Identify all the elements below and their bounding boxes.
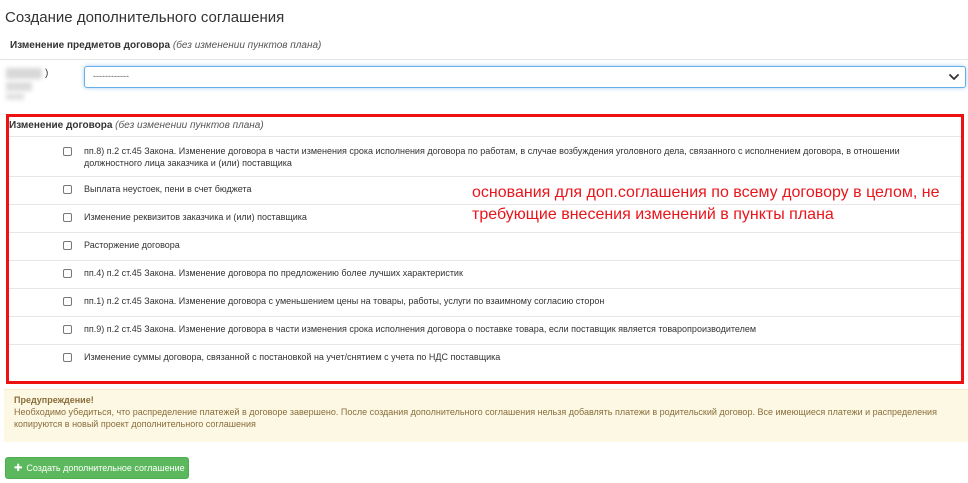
list-item: пп.4) п.2 ст.45 Закона. Изменение догово… [9, 260, 961, 288]
reason-label: пп.1) п.2 ст.45 Закона. Изменение догово… [84, 296, 605, 306]
section-divider [0, 59, 968, 60]
list-item: Расторжение договора [9, 232, 961, 260]
reason-label: пп.9) п.2 ст.45 Закона. Изменение догово… [84, 324, 757, 334]
reason-checkbox[interactable] [63, 147, 72, 156]
contract-section-title: Изменение договора [9, 120, 113, 131]
create-agreement-label: Создать дополнительное соглашение [26, 463, 185, 473]
reason-checkbox[interactable] [63, 325, 72, 334]
list-item: Изменение суммы договора, связанной с по… [9, 344, 961, 372]
warning-alert: Предупреждение! Необходимо убедиться, чт… [4, 389, 968, 442]
plus-icon: ✚ [14, 462, 23, 474]
list-item: пп.1) п.2 ст.45 Закона. Изменение догово… [9, 288, 961, 316]
field-label-suffix: ) [45, 68, 49, 79]
contract-section-note: (без изменении пунктов плана) [115, 120, 264, 131]
list-item: пп.8) п.2 ст.45 Закона. Изменение догово… [9, 136, 961, 176]
create-agreement-button[interactable]: ✚ Создать дополнительное соглашение [5, 457, 189, 479]
reason-label: Расторжение договора [84, 240, 180, 250]
reason-checkbox[interactable] [63, 213, 72, 222]
reason-label: пп.8) п.2 ст.45 Закона. Изменение догово… [84, 146, 900, 168]
subject-select-value: ------------ [93, 71, 129, 81]
chevron-down-icon [949, 74, 959, 80]
subject-select[interactable]: ------------ [84, 66, 966, 88]
blurred-field-label [6, 68, 42, 100]
annotation-text: основания для доп.соглашения по всему до… [472, 184, 940, 223]
reason-checkbox[interactable] [63, 185, 72, 194]
subjects-section-note: (без изменении пунктов плана) [172, 40, 322, 51]
reason-label: пп.4) п.2 ст.45 Закона. Изменение догово… [84, 268, 463, 278]
page-title: Создание дополнительного соглашения [5, 9, 285, 26]
reason-checkbox[interactable] [63, 241, 72, 250]
subjects-section-title: Изменение предметов договора [10, 40, 171, 51]
reason-checkbox[interactable] [63, 297, 72, 306]
list-item: пп.9) п.2 ст.45 Закона. Изменение догово… [9, 316, 961, 344]
subjects-section-header: Изменение предметов договора (без измене… [10, 40, 321, 51]
contract-section-header: Изменение договора (без изменении пункто… [9, 120, 264, 131]
warning-title: Предупреждение! [14, 395, 94, 405]
warning-text: Необходимо убедиться, что распределение … [14, 407, 937, 429]
reason-checkbox[interactable] [63, 269, 72, 278]
reason-label: Изменение суммы договора, связанной с по… [84, 352, 501, 362]
reason-checkbox[interactable] [63, 353, 72, 362]
